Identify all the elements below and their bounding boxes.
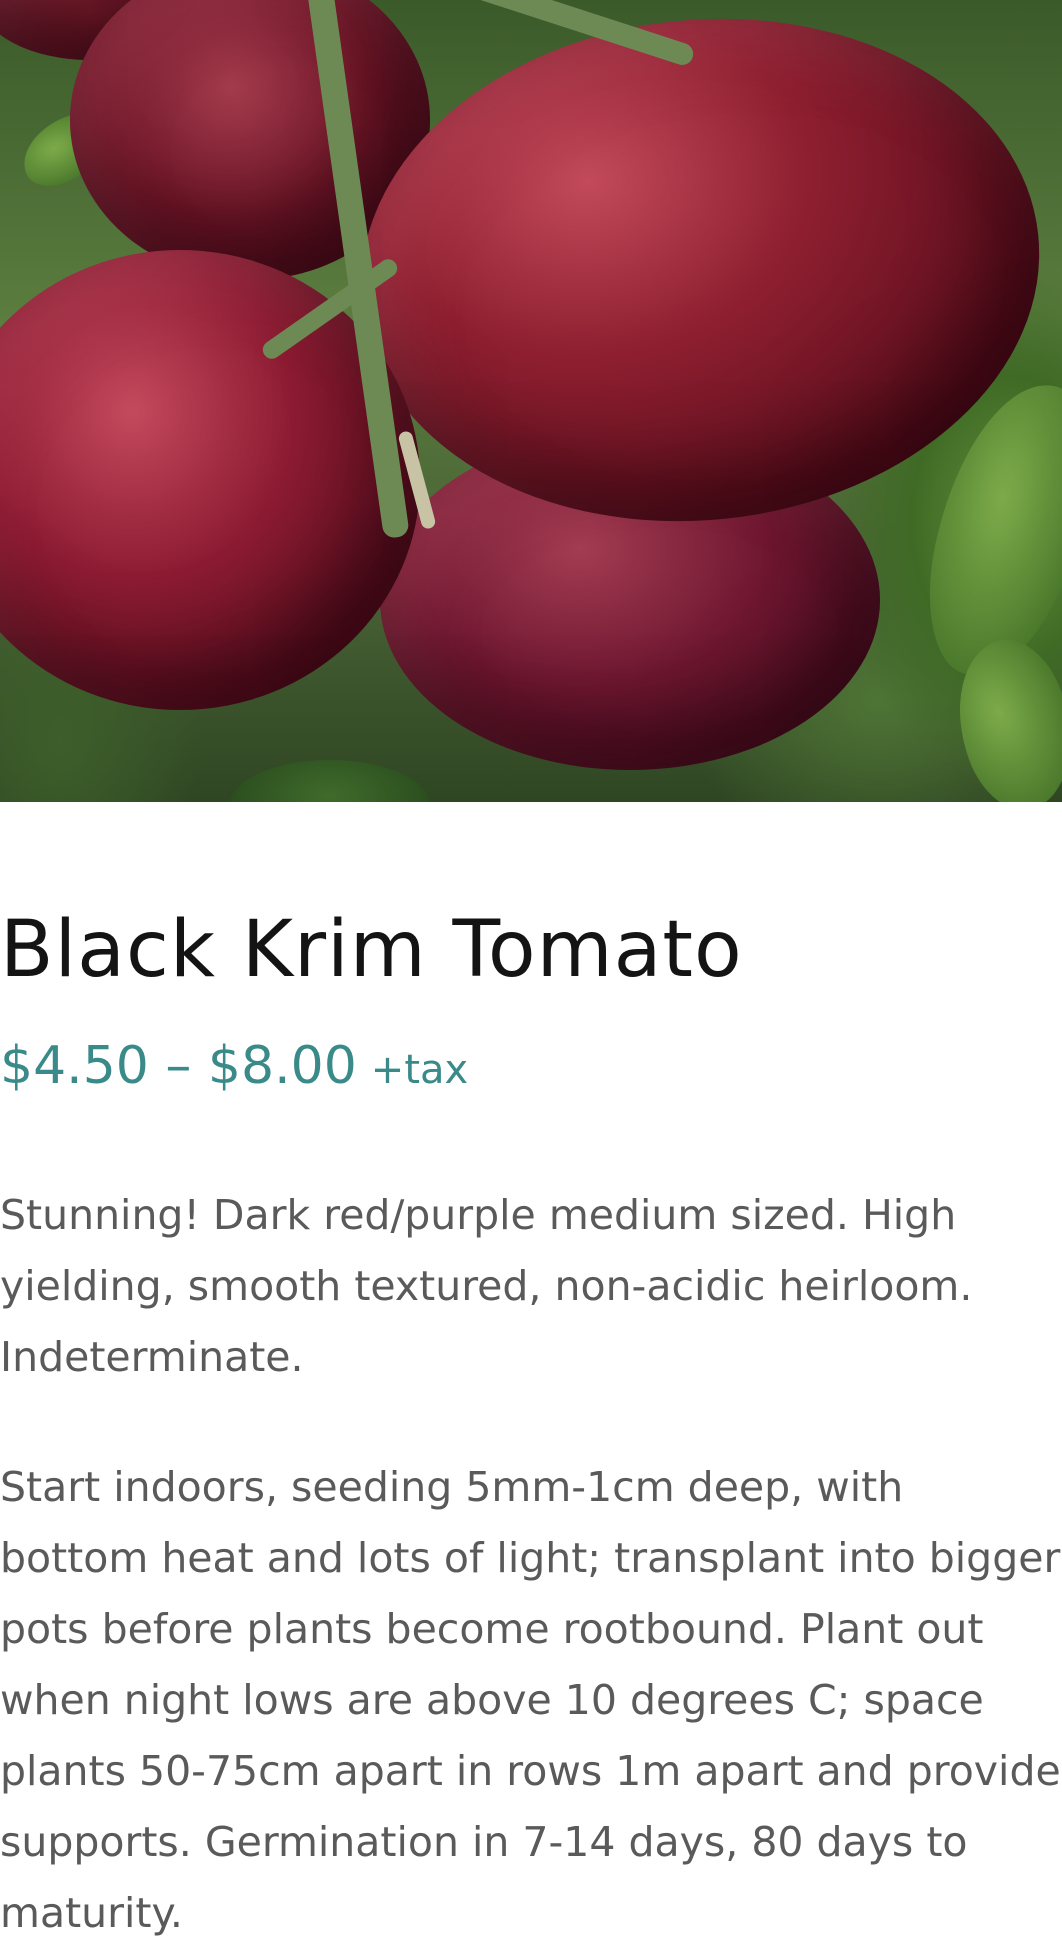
description-paragraph: Stunning! Dark red/purple medium sized. … bbox=[0, 1191, 973, 1381]
tomato-shape bbox=[335, 0, 1062, 555]
product-image[interactable] bbox=[0, 0, 1062, 802]
tax-suffix: +tax bbox=[370, 1047, 469, 1093]
price: $4.50 – $8.00 +tax bbox=[0, 1034, 468, 1102]
product-page: Black Krim Tomato $4.50 – $8.00 +tax Stun… bbox=[0, 0, 1062, 1952]
green-tomato-shape bbox=[230, 760, 430, 802]
product-description: Stunning! Dark red/purple medium sized. … bbox=[0, 1180, 1062, 1949]
description-paragraph: Start indoors, seeding 5mm-1cm deep, wit… bbox=[0, 1463, 1061, 1937]
price-range: $4.50 – $8.00 bbox=[0, 1036, 357, 1096]
product-title: Black Krim Tomato bbox=[0, 905, 743, 995]
